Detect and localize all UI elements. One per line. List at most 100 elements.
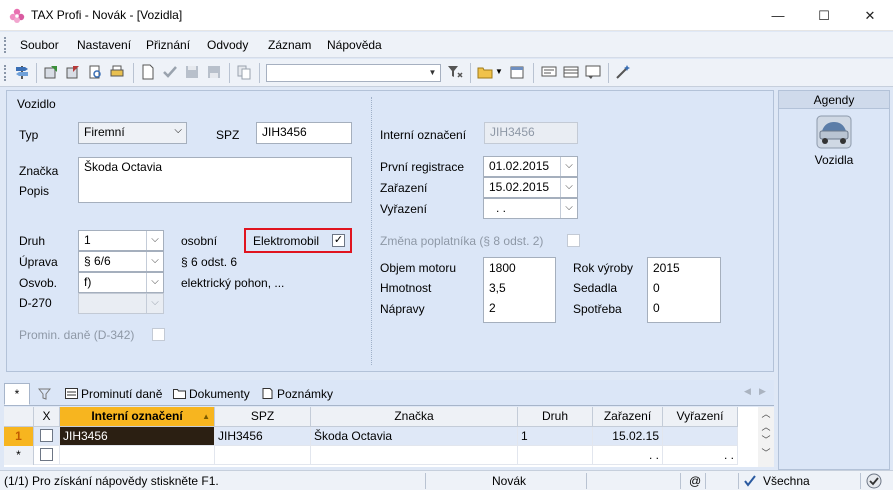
scroll-up-icon[interactable]: ︿ bbox=[758, 407, 774, 420]
column-header-spz[interactable]: SPZ bbox=[215, 407, 311, 427]
import-icon[interactable] bbox=[65, 64, 81, 80]
tab-poznamky[interactable]: Poznámky bbox=[256, 383, 338, 405]
chevron-down-icon[interactable]: ⌵ bbox=[146, 252, 163, 271]
print-preview-icon[interactable] bbox=[87, 64, 103, 80]
cell-zarazeni[interactable]: 15.02.15 bbox=[593, 427, 663, 446]
filter-check-icon[interactable] bbox=[743, 474, 757, 488]
cell-spz[interactable]: JIH3456 bbox=[215, 427, 311, 446]
wizard-icon[interactable] bbox=[615, 64, 631, 80]
note-icon bbox=[262, 388, 273, 399]
chevron-down-icon[interactable]: ⌵ bbox=[560, 157, 577, 176]
menu-priznani[interactable]: Přiznání bbox=[146, 38, 190, 52]
new-row-checkbox[interactable] bbox=[40, 448, 53, 461]
menu-nastaveni[interactable]: Nastavení bbox=[77, 38, 131, 52]
spotreba-value[interactable]: 0 bbox=[653, 298, 715, 318]
other-params-box[interactable]: 2015 0 0 bbox=[647, 257, 721, 323]
tab-prev-icon[interactable]: ◀ bbox=[744, 386, 751, 397]
new-cell-zarazeni[interactable]: . . bbox=[593, 446, 663, 465]
new-cell-spz[interactable] bbox=[215, 446, 311, 465]
chevron-down-icon[interactable]: ⌵ bbox=[560, 199, 577, 218]
bottom-tabs: * Prominutí daně Dokumenty Poznámky ◀ ▶ bbox=[4, 380, 774, 406]
tab-prominuti[interactable]: Prominutí daně bbox=[60, 383, 167, 405]
menu-odvody[interactable]: Odvody bbox=[207, 38, 248, 52]
copy-icon[interactable] bbox=[236, 64, 252, 80]
objem-value[interactable]: 1800 bbox=[489, 258, 550, 278]
column-header-vyrazeni[interactable]: Vyřazení bbox=[663, 407, 738, 427]
chevron-down-icon[interactable]: ⌵ bbox=[146, 231, 163, 250]
chevron-down-icon: ⌵ bbox=[146, 294, 163, 313]
cell-interni[interactable]: JIH3456 bbox=[60, 427, 215, 446]
new-cell-druh[interactable] bbox=[518, 446, 593, 465]
save-icon[interactable] bbox=[184, 64, 200, 80]
agenda-item-vozidla[interactable]: Vozidla bbox=[779, 153, 889, 167]
table-row-checkbox-cell[interactable] bbox=[34, 427, 60, 446]
cell-druh[interactable]: 1 bbox=[518, 427, 593, 446]
list-view-icon[interactable] bbox=[563, 64, 579, 80]
confirm-icon[interactable] bbox=[162, 64, 178, 80]
new-cell-vyrazeni[interactable]: . . bbox=[663, 446, 738, 465]
menu-napoveda[interactable]: Nápověda bbox=[327, 38, 382, 52]
save-all-icon[interactable] bbox=[206, 64, 222, 80]
car-icon[interactable] bbox=[816, 115, 852, 149]
chevron-down-icon[interactable]: ⌵ bbox=[560, 178, 577, 197]
column-header-x[interactable]: X bbox=[34, 407, 60, 427]
row-checkbox[interactable] bbox=[40, 429, 53, 442]
sedadla-value[interactable]: 0 bbox=[653, 278, 715, 298]
minimize-button[interactable]: — bbox=[755, 0, 801, 31]
folder-dropdown-icon[interactable]: ▼ bbox=[495, 64, 503, 80]
typ-select[interactable]: Firemní ⌵ bbox=[78, 122, 187, 144]
print-icon[interactable] bbox=[109, 64, 125, 80]
menu-zaznam[interactable]: Záznam bbox=[268, 38, 311, 52]
list-icon bbox=[65, 388, 78, 399]
export-icon[interactable] bbox=[43, 64, 59, 80]
spz-input[interactable]: JIH3456 bbox=[256, 122, 352, 144]
column-header-interni[interactable]: Interní označení ▲ bbox=[60, 407, 215, 427]
folder-icon[interactable] bbox=[477, 64, 493, 80]
chevron-down-icon[interactable]: ⌵ bbox=[174, 125, 182, 136]
verified-icon[interactable] bbox=[866, 473, 882, 489]
vyrazeni-input[interactable]: . . ⌵ bbox=[483, 198, 578, 219]
new-record-icon[interactable] bbox=[140, 64, 156, 80]
uprava-input[interactable]: § 6/6 ⌵ bbox=[78, 251, 164, 272]
chevron-down-icon[interactable]: ▼ bbox=[426, 66, 439, 80]
tab-dokumenty[interactable]: Dokumenty bbox=[168, 383, 255, 405]
close-button[interactable]: ✕ bbox=[847, 0, 893, 31]
maximize-button[interactable]: ☐ bbox=[801, 0, 847, 31]
scroll-page-up-icon[interactable]: ︿ bbox=[758, 420, 774, 433]
rok-value[interactable]: 2015 bbox=[653, 258, 715, 278]
filter-combo[interactable]: ▼ bbox=[266, 64, 441, 82]
osvob-input[interactable]: f) ⌵ bbox=[78, 272, 164, 293]
row-indicator[interactable]: 1 bbox=[4, 427, 34, 446]
column-header-druh[interactable]: Druh bbox=[518, 407, 593, 427]
detail-view-icon[interactable] bbox=[585, 64, 601, 80]
signpost-icon[interactable] bbox=[14, 64, 30, 80]
cell-vyrazeni[interactable] bbox=[663, 427, 738, 446]
new-row-indicator[interactable]: * bbox=[4, 446, 34, 465]
d270-input: ⌵ bbox=[78, 293, 164, 314]
zarazeni-input[interactable]: 15.02.2015 ⌵ bbox=[483, 177, 578, 198]
prvni-registrace-input[interactable]: 01.02.2015 ⌵ bbox=[483, 156, 578, 177]
new-cell-znacka[interactable] bbox=[311, 446, 518, 465]
cell-znacka[interactable]: Škoda Octavia bbox=[311, 427, 518, 446]
grid-scrollbar[interactable]: ︿ ︿ ﹀ ﹀ bbox=[758, 407, 774, 467]
new-cell-interni[interactable] bbox=[60, 446, 215, 465]
napravy-value[interactable]: 2 bbox=[489, 298, 550, 318]
status-filter[interactable]: Všechna bbox=[763, 474, 810, 488]
druh-input[interactable]: 1 ⌵ bbox=[78, 230, 164, 251]
filter-icon[interactable] bbox=[38, 388, 51, 400]
scroll-down-icon[interactable]: ﹀ bbox=[758, 433, 774, 446]
new-row-checkbox-cell[interactable] bbox=[34, 446, 60, 465]
tab-next-icon[interactable]: ▶ bbox=[759, 386, 766, 397]
motor-params-box[interactable]: 1800 3,5 2 bbox=[483, 257, 556, 323]
column-header-zarazeni[interactable]: Zařazení bbox=[593, 407, 663, 427]
filter-icon[interactable] bbox=[447, 64, 463, 80]
scroll-page-down-icon[interactable]: ﹀ bbox=[758, 446, 774, 459]
calendar-icon[interactable] bbox=[509, 64, 525, 80]
column-header-znacka[interactable]: Značka bbox=[311, 407, 518, 427]
menu-soubor[interactable]: Soubor bbox=[20, 38, 59, 52]
chevron-down-icon[interactable]: ⌵ bbox=[146, 273, 163, 292]
hmotnost-value[interactable]: 3,5 bbox=[489, 278, 550, 298]
tab-all[interactable]: * bbox=[4, 383, 30, 405]
znacka-input[interactable]: Škoda Octavia bbox=[78, 157, 352, 203]
form-view-icon[interactable] bbox=[541, 64, 557, 80]
